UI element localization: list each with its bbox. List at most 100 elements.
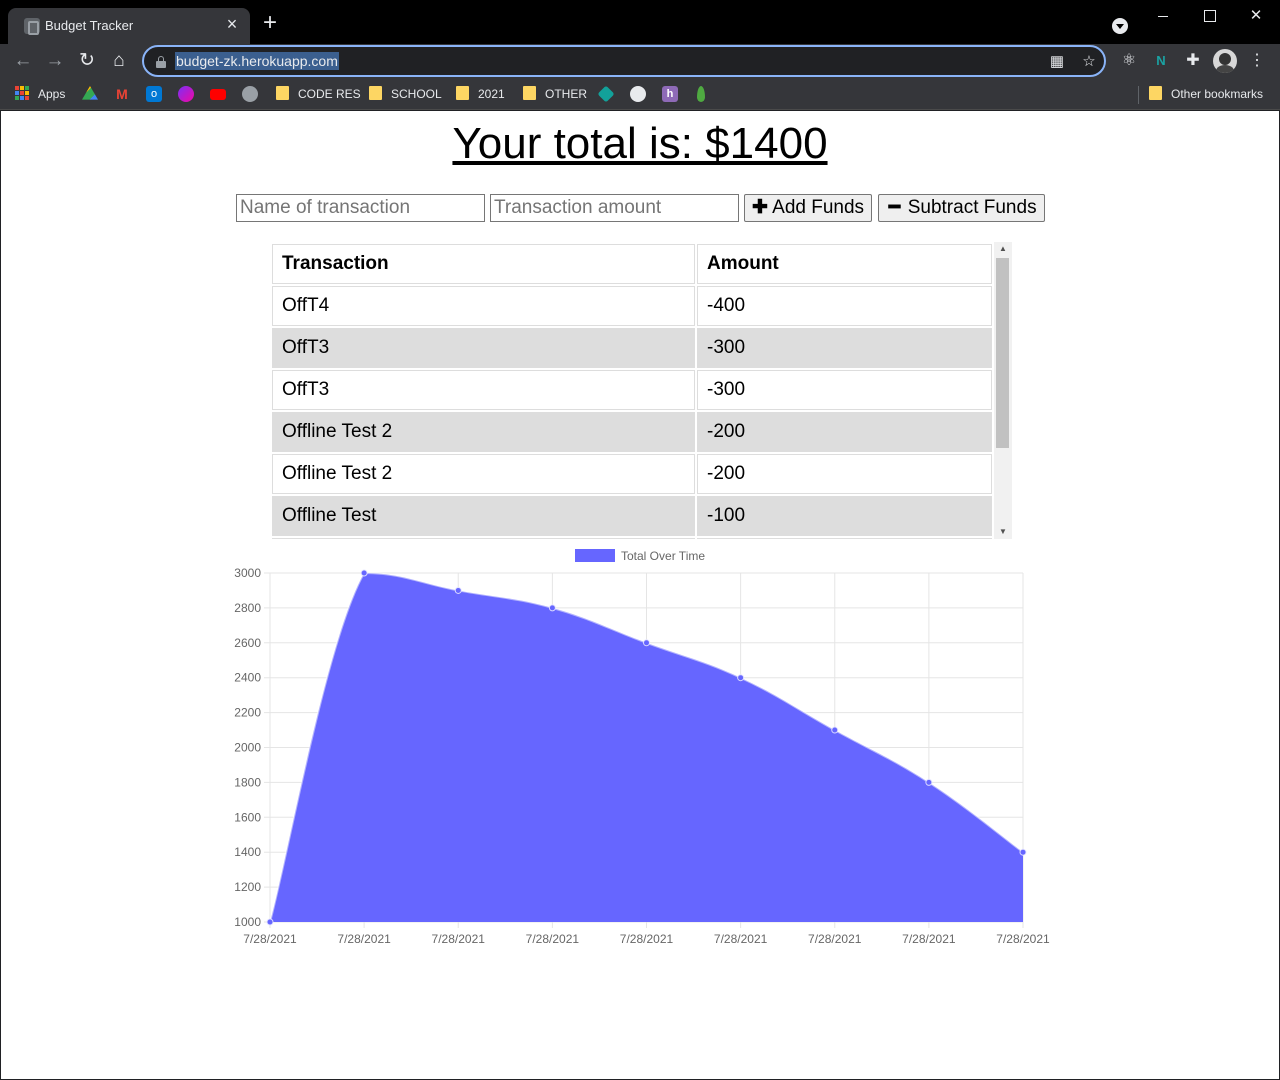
x-tick-label: 7/28/2021 [243,932,297,946]
address-bar[interactable]: budget-zk.herokuapp.com ▦ ☆ [142,45,1106,77]
scroll-down-arrow-icon[interactable]: ▼ [994,525,1012,539]
table-row: OffT3 -300 [272,328,992,368]
transaction-name: OffT4 [272,286,695,326]
flow-icon[interactable] [178,86,194,102]
x-tick-label: 7/28/2021 [714,932,768,946]
bookmark-label: 2021 [478,87,505,101]
subtract-funds-button[interactable]: ━ Subtract Funds [878,194,1045,222]
table-row: Offline Test 2 -200 [272,412,992,452]
browser-tab[interactable]: Budget Tracker × [8,8,250,44]
minimize-button[interactable] [1140,4,1186,28]
bookmarks-separator [1138,86,1139,104]
transactions-table-container[interactable]: Transaction Amount OffT4 -400 OffT3 -300… [270,242,1012,539]
menu-kebab-icon[interactable]: ⋮ [1245,49,1269,73]
bookmark-label: Other bookmarks [1171,87,1264,101]
extensions-puzzle-icon[interactable]: ✚ [1181,49,1205,73]
google-drive-icon[interactable] [82,86,98,100]
mongodb-leaf-icon[interactable] [697,86,705,102]
transaction-amount: -300 [697,370,992,410]
react-devtools-icon[interactable]: ⚛ [1117,49,1141,73]
data-point [266,918,274,926]
table-header-row: Transaction Amount [272,244,992,284]
y-tick-label: 1600 [234,810,261,824]
add-funds-button[interactable]: ✚ Add Funds [744,194,872,222]
transaction-name: Offline Test 2 [272,454,695,494]
transaction-name-input[interactable] [236,194,485,222]
transaction-amount: -400 [697,286,992,326]
y-tick-label: 2000 [234,741,261,755]
y-tick-label: 1800 [234,775,261,789]
y-tick-label: 2400 [234,671,261,685]
transaction-name: Offline Test [272,496,695,536]
scroll-up-arrow-icon[interactable]: ▲ [994,242,1012,256]
apps-grid-icon[interactable] [15,86,29,100]
header-transaction: Transaction [272,244,695,284]
data-point [1019,848,1027,856]
transaction-amount: -100 [697,496,992,536]
bookmark-label: SCHOOL [391,87,442,101]
table-row: OffT4 -400 [272,286,992,326]
table-row: OffT3 -300 [272,370,992,410]
y-tick-label: 1400 [234,845,261,859]
favicon-icon [24,18,40,35]
bookmark-star-icon[interactable]: ☆ [1080,53,1098,71]
home-button[interactable]: ⌂ [107,49,131,73]
folder-icon [523,86,536,100]
data-point [925,778,933,786]
folder-icon [369,86,382,100]
reload-button[interactable]: ↻ [75,49,99,73]
maximize-button[interactable] [1186,4,1232,28]
heroku-icon[interactable]: h [662,86,678,102]
transaction-amount: -300 [697,328,992,368]
transaction-amount: -200 [697,412,992,452]
back-button[interactable]: ← [11,49,35,73]
gmail-icon[interactable]: M [114,86,130,102]
x-tick-label: 7/28/2021 [432,932,486,946]
table-row: Offline Test -100 [272,496,992,536]
folder-icon [276,86,289,100]
bookmark-school[interactable]: SCHOOL [369,84,442,104]
x-tick-label: 7/28/2021 [996,932,1050,946]
bookmark-apps[interactable]: Apps [38,84,65,104]
y-tick-label: 2600 [234,636,261,650]
add-funds-label: Add Funds [772,197,865,218]
folder-icon [456,86,469,100]
outlook-icon[interactable]: o [146,86,162,102]
close-tab-icon[interactable]: × [222,14,242,34]
y-tick-label: 2800 [234,601,261,615]
url-text[interactable]: budget-zk.herokuapp.com [175,52,339,70]
close-window-button[interactable]: ✕ [1233,4,1279,28]
transaction-amount [697,538,992,539]
scroll-thumb[interactable] [996,258,1009,448]
transaction-name: OffT3 [272,328,695,368]
lock-icon[interactable] [156,56,166,68]
github-icon[interactable] [630,86,646,102]
qr-code-icon[interactable]: ▦ [1048,53,1066,71]
bookmark-label: OTHER [545,87,587,101]
table-scrollbar[interactable]: ▲ ▼ [994,242,1012,539]
other-bookmarks[interactable]: Other bookmarks [1149,84,1263,104]
transaction-name: OffT3 [272,370,695,410]
title-bar: Budget Tracker × + ✕ [0,0,1280,44]
legend-label: Total Over Time [621,549,705,563]
extension-n-icon[interactable]: N [1149,49,1173,73]
header-amount: Amount [697,244,992,284]
y-tick-label: 1200 [234,880,261,894]
bookmark-other[interactable]: OTHER [523,84,587,104]
transactions-table: Transaction Amount OffT4 -400 OffT3 -300… [270,242,994,539]
bookmark-code-res[interactable]: CODE RES [276,84,361,104]
transaction-amount-input[interactable] [490,194,739,222]
data-point [360,569,368,577]
table-row [272,538,992,539]
tab-search-icon[interactable] [1112,18,1128,34]
x-tick-label: 7/28/2021 [808,932,862,946]
bookmark-2021[interactable]: 2021 [456,84,505,104]
new-tab-button[interactable]: + [258,11,282,36]
profile-avatar[interactable] [1213,49,1237,73]
data-point [643,639,650,647]
diamond-icon[interactable] [597,85,615,103]
folder-icon [1149,86,1162,100]
forward-button[interactable]: → [43,49,67,73]
apple-icon[interactable] [242,86,258,102]
youtube-icon[interactable] [210,89,226,100]
